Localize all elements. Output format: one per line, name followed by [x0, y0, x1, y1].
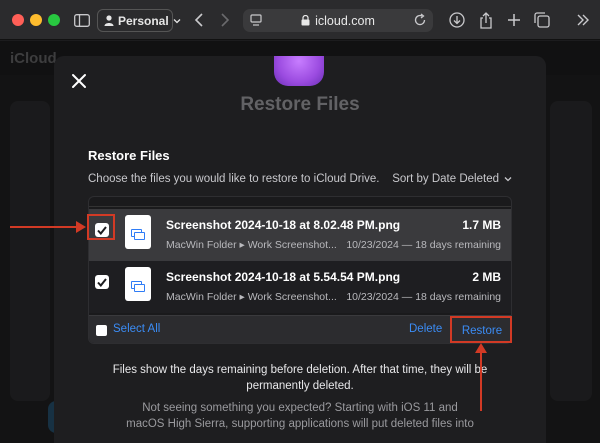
close-icon[interactable]: [70, 72, 88, 90]
file-name: Screenshot 2024-10-18 at 5.54.54 PM.png: [166, 270, 401, 284]
new-tab-icon[interactable]: [504, 10, 524, 30]
deletion-info: Files show the days remaining before del…: [54, 362, 546, 394]
annotation-arrow-right-icon: [76, 221, 86, 233]
file-path: MacWin Folder ▸ Work Screenshot...: [166, 239, 337, 251]
list-scroll-edge: [89, 197, 511, 207]
section-description: Choose the files you would like to resto…: [88, 173, 380, 185]
hint-line: Not seeing something you expected? Start…: [142, 402, 458, 414]
person-icon: [104, 15, 114, 26]
sort-label: Sort by Date Deleted: [392, 173, 499, 185]
dialog-title: Restore Files: [240, 94, 360, 115]
file-row[interactable]: Screenshot 2024-10-18 at 5.54.54 PM.png …: [89, 261, 511, 313]
more-tabs-icon[interactable]: [573, 10, 593, 30]
zoom-window-button[interactable]: [48, 14, 60, 26]
icloud-drive-app-icon: [274, 56, 324, 86]
file-deleted-date: 10/23/2024 — 18 days remaining: [346, 291, 501, 303]
download-icon[interactable]: [447, 10, 467, 30]
forward-icon[interactable]: [215, 10, 235, 30]
annotation-arrow-up-icon: [475, 343, 487, 353]
profile-selector[interactable]: Personal: [97, 9, 181, 32]
annotation-arrow-line: [480, 351, 482, 411]
file-deleted-date: 10/23/2024 — 18 days remaining: [346, 239, 501, 251]
sidebar-toggle-icon[interactable]: [72, 10, 92, 30]
back-icon[interactable]: [189, 10, 209, 30]
share-icon[interactable]: [476, 10, 496, 30]
file-list[interactable]: Screenshot 2024-10-18 at 8.02.48 PM.png …: [88, 196, 512, 344]
list-footer: Select All Delete Restore: [89, 315, 511, 343]
deletion-info-line: Files show the days remaining before del…: [112, 364, 488, 376]
tab-overview-icon[interactable]: [532, 10, 552, 30]
url-text: icloud.com: [315, 13, 375, 28]
address-bar[interactable]: icloud.com: [243, 9, 433, 32]
sort-dropdown[interactable]: Sort by Date Deleted: [392, 173, 512, 185]
select-all-button[interactable]: Select All: [113, 323, 160, 335]
chevron-down-icon: [173, 18, 181, 23]
missing-files-hint: Not seeing something you expected? Start…: [54, 400, 546, 432]
browser-toolbar: Personal icloud.com: [0, 0, 600, 40]
annotation-arrow-line: [10, 226, 78, 228]
select-all-checkbox[interactable]: [96, 325, 107, 336]
file-row[interactable]: Screenshot 2024-10-18 at 8.02.48 PM.png …: [89, 209, 511, 261]
image-file-icon: [125, 267, 151, 301]
close-window-button[interactable]: [12, 14, 24, 26]
chevron-down-icon: [504, 177, 512, 182]
page-menu-icon[interactable]: [250, 13, 264, 27]
deletion-info-line: permanently deleted.: [246, 380, 354, 392]
image-file-icon: [125, 215, 151, 249]
restore-files-dialog: Restore Files Restore Files Choose the f…: [54, 56, 546, 443]
file-size: 1.7 MB: [462, 218, 501, 232]
lock-icon: [301, 15, 310, 26]
section-title: Restore Files: [88, 148, 170, 163]
checkmark-icon: [97, 277, 107, 287]
delete-button[interactable]: Delete: [409, 323, 442, 335]
file-size: 2 MB: [472, 270, 501, 284]
checkbox-highlight-box: [87, 214, 115, 240]
reload-icon[interactable]: [414, 13, 427, 27]
restore-highlight-box: [450, 316, 512, 343]
file-path: MacWin Folder ▸ Work Screenshot...: [166, 291, 337, 303]
file-name: Screenshot 2024-10-18 at 8.02.48 PM.png: [166, 218, 401, 232]
minimize-window-button[interactable]: [30, 14, 42, 26]
file-checkbox[interactable]: [95, 275, 109, 289]
hint-line: macOS High Sierra, supporting applicatio…: [126, 418, 474, 430]
profile-label: Personal: [118, 13, 169, 28]
